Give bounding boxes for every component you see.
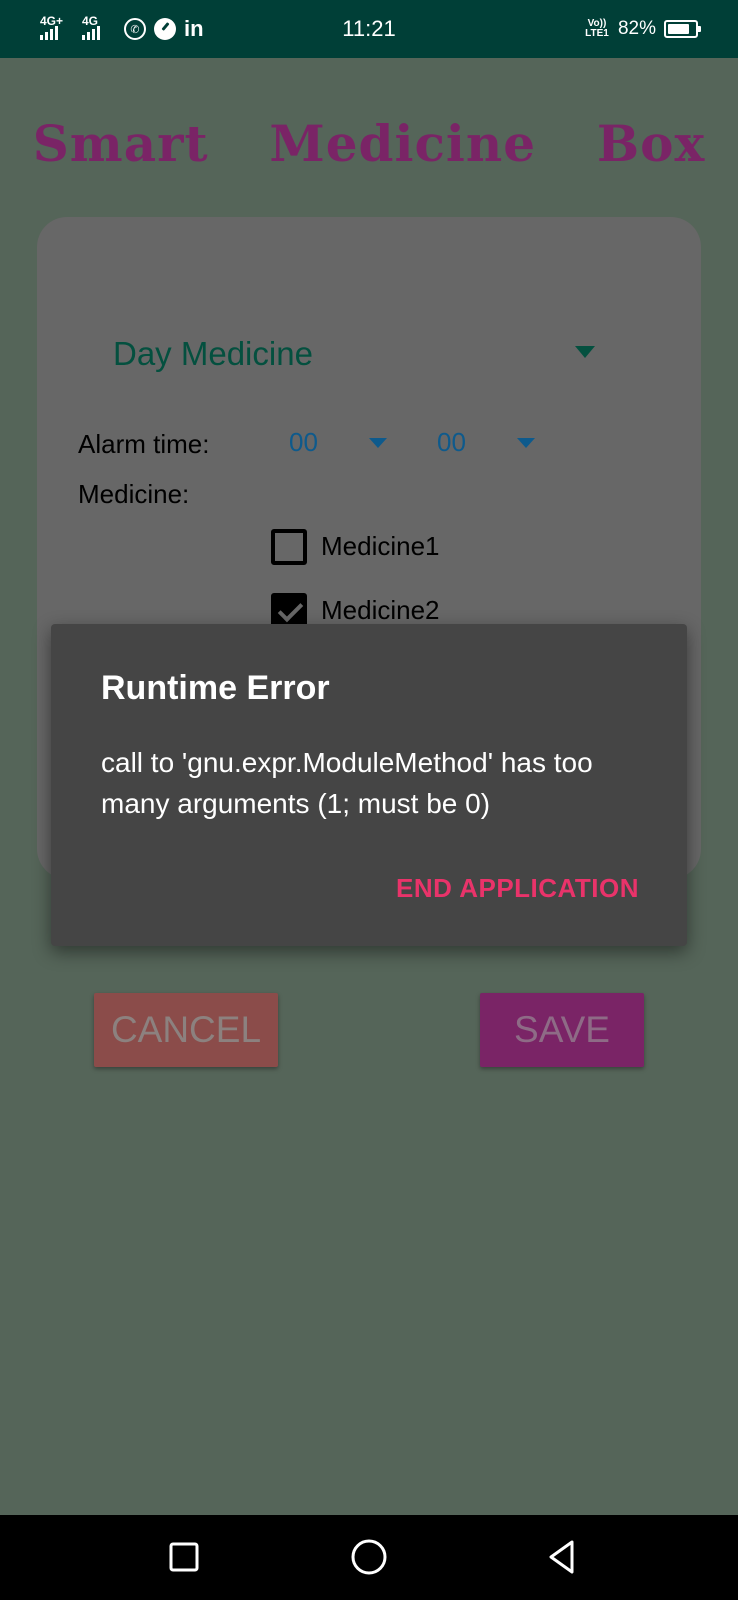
recent-apps-icon — [169, 1542, 199, 1572]
back-icon — [549, 1540, 574, 1574]
chevron-down-icon — [369, 438, 387, 448]
dialog-message: call to 'gnu.expr.ModuleMethod' has too … — [101, 747, 593, 819]
medicine-1-checkbox[interactable] — [271, 529, 307, 565]
dialog-title: Runtime Error — [101, 669, 330, 707]
battery-icon — [664, 20, 701, 38]
schedule-dropdown-value: Day Medicine — [113, 335, 313, 372]
save-button[interactable]: SAVE — [480, 993, 644, 1067]
medicine-checkbox-row[interactable]: Medicine1 — [271, 525, 591, 569]
medicine-1-label: Medicine1 — [321, 531, 440, 561]
end-application-button[interactable]: END APPLICATION — [396, 872, 639, 904]
status-bar-right: Vo)) LTE1 82% — [584, 16, 701, 42]
medicine-2-label: Medicine2 — [321, 595, 440, 625]
chevron-down-icon — [575, 346, 595, 358]
battery-percent: 82% — [617, 18, 656, 39]
volte-line-2: LTE1 — [585, 28, 609, 39]
battery-fill — [668, 24, 690, 34]
cancel-button[interactable]: CANCEL — [94, 993, 278, 1067]
status-bar: 4G+ 4G ✆ in 11:21 Vo)) LTE1 82% — [0, 0, 738, 58]
alarm-time-label: Alarm time: — [78, 429, 210, 459]
home-icon — [351, 1539, 387, 1575]
back-button[interactable] — [502, 1515, 622, 1600]
hour-dropdown[interactable]: 00 — [251, 422, 391, 462]
app-title: Smart Medicine Box — [32, 114, 706, 173]
schedule-dropdown[interactable]: Day Medicine — [77, 322, 607, 382]
medicine-label: Medicine: — [78, 479, 190, 509]
home-button[interactable] — [309, 1515, 429, 1600]
screen: 4G+ 4G ✆ in 11:21 Vo)) LTE1 82% Smart Me… — [0, 0, 738, 1600]
navigation-bar — [0, 1515, 738, 1600]
recent-apps-button[interactable] — [124, 1515, 244, 1600]
volte-icon: Vo)) LTE1 — [584, 19, 610, 39]
runtime-error-dialog: Runtime Error call to 'gnu.expr.ModuleMe… — [51, 624, 687, 946]
minute-dropdown[interactable]: 00 — [399, 422, 539, 462]
chevron-down-icon — [517, 438, 535, 448]
hour-dropdown-value: 00 — [289, 427, 318, 457]
minute-dropdown-value: 00 — [437, 427, 466, 457]
